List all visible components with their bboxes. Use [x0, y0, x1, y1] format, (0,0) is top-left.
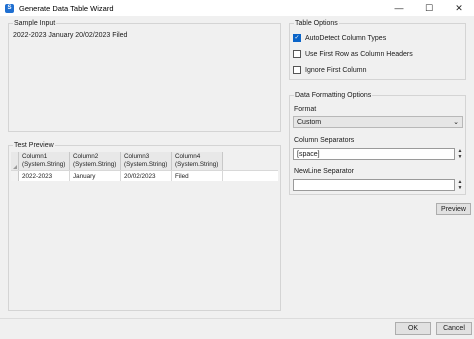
dialog-footer: OK Cancel	[0, 318, 474, 339]
format-value: Custom	[297, 118, 322, 126]
column-type: (System.String)	[175, 161, 219, 168]
cancel-button[interactable]: Cancel	[436, 322, 472, 335]
table-cell[interactable]: January	[70, 171, 121, 181]
column-header-4[interactable]: Column4 (System.String)	[172, 152, 223, 170]
column-header-1[interactable]: Column1 (System.String)	[19, 152, 70, 170]
chevron-down-icon: ▼	[457, 154, 463, 160]
test-preview-label: Test Preview	[13, 141, 55, 150]
autodetect-option[interactable]: ✓ AutoDetect Column Types	[293, 34, 386, 42]
sample-input-text[interactable]: 2022-2023 January 20/02/2023 Filed	[13, 32, 127, 39]
grid-header-row: Column1 (System.String) Column2 (System.…	[11, 152, 278, 170]
column-type: (System.String)	[124, 161, 168, 168]
first-row-headers-option[interactable]: Use First Row as Column Headers	[293, 50, 413, 58]
ignore-first-column-label: Ignore First Column	[305, 66, 367, 74]
app-icon: S	[5, 3, 14, 13]
column-name: Column1	[22, 153, 48, 160]
column-name: Column2	[73, 153, 99, 160]
column-header-3[interactable]: Column3 (System.String)	[121, 152, 172, 170]
column-separators-label: Column Separators	[294, 137, 355, 144]
column-separators-dropdown[interactable]: ▲ ▼	[456, 148, 464, 160]
newline-separator-input[interactable]	[293, 179, 455, 191]
ok-button[interactable]: OK	[395, 322, 431, 335]
data-formatting-group: Data Formatting Options Format Custom ⌄ …	[289, 91, 466, 195]
table-cell[interactable]: 20/02/2023	[121, 171, 172, 181]
table-row[interactable]: 2022-2023 January 20/02/2023 Filed	[11, 170, 278, 181]
newline-separator-dropdown[interactable]: ▲ ▼	[456, 179, 464, 191]
checkmark-icon: ✓	[294, 35, 300, 41]
column-name: Column3	[124, 153, 150, 160]
autodetect-checkbox[interactable]: ✓	[293, 34, 301, 42]
table-options-label: Table Options	[294, 19, 339, 28]
ignore-first-column-checkbox[interactable]	[293, 66, 301, 74]
window-controls: — ☐ ✕	[384, 0, 474, 16]
preview-grid[interactable]: Column1 (System.String) Column2 (System.…	[11, 152, 278, 185]
row-header[interactable]	[11, 171, 19, 181]
column-type: (System.String)	[73, 161, 117, 168]
column-header-2[interactable]: Column2 (System.String)	[70, 152, 121, 170]
grid-select-all[interactable]	[11, 152, 19, 170]
format-label: Format	[294, 106, 317, 113]
first-row-headers-label: Use First Row as Column Headers	[305, 50, 413, 58]
minimize-button[interactable]: —	[384, 0, 414, 16]
newline-separator-label: NewLine Separator	[294, 168, 354, 175]
chevron-down-icon: ⌄	[453, 119, 459, 126]
first-row-headers-checkbox[interactable]	[293, 50, 301, 58]
maximize-button[interactable]: ☐	[414, 0, 444, 16]
data-formatting-label: Data Formatting Options	[294, 91, 373, 100]
autodetect-label: AutoDetect Column Types	[305, 34, 387, 42]
window-title: Generate Data Table Wizard	[19, 3, 114, 13]
format-select[interactable]: Custom ⌄	[293, 116, 463, 128]
sample-input-group: Sample Input 2022-2023 January 20/02/202…	[8, 19, 281, 132]
column-type: (System.String)	[22, 161, 66, 168]
table-cell[interactable]: Filed	[172, 171, 223, 181]
sample-input-label: Sample Input	[13, 19, 57, 28]
preview-button[interactable]: Preview	[436, 203, 471, 215]
close-button[interactable]: ✕	[444, 0, 474, 16]
column-separators-input[interactable]: [space]	[293, 148, 455, 160]
column-name: Column4	[175, 153, 201, 160]
test-preview-group: Test Preview Column1 (System.String) Col…	[8, 141, 281, 311]
table-options-group: Table Options ✓ AutoDetect Column Types …	[289, 19, 466, 80]
column-separators-value: [space]	[297, 150, 320, 158]
chevron-down-icon: ▼	[457, 185, 463, 191]
title-bar: S Generate Data Table Wizard — ☐ ✕	[0, 0, 474, 16]
table-cell[interactable]: 2022-2023	[19, 171, 70, 181]
ignore-first-column-option[interactable]: Ignore First Column	[293, 66, 366, 74]
